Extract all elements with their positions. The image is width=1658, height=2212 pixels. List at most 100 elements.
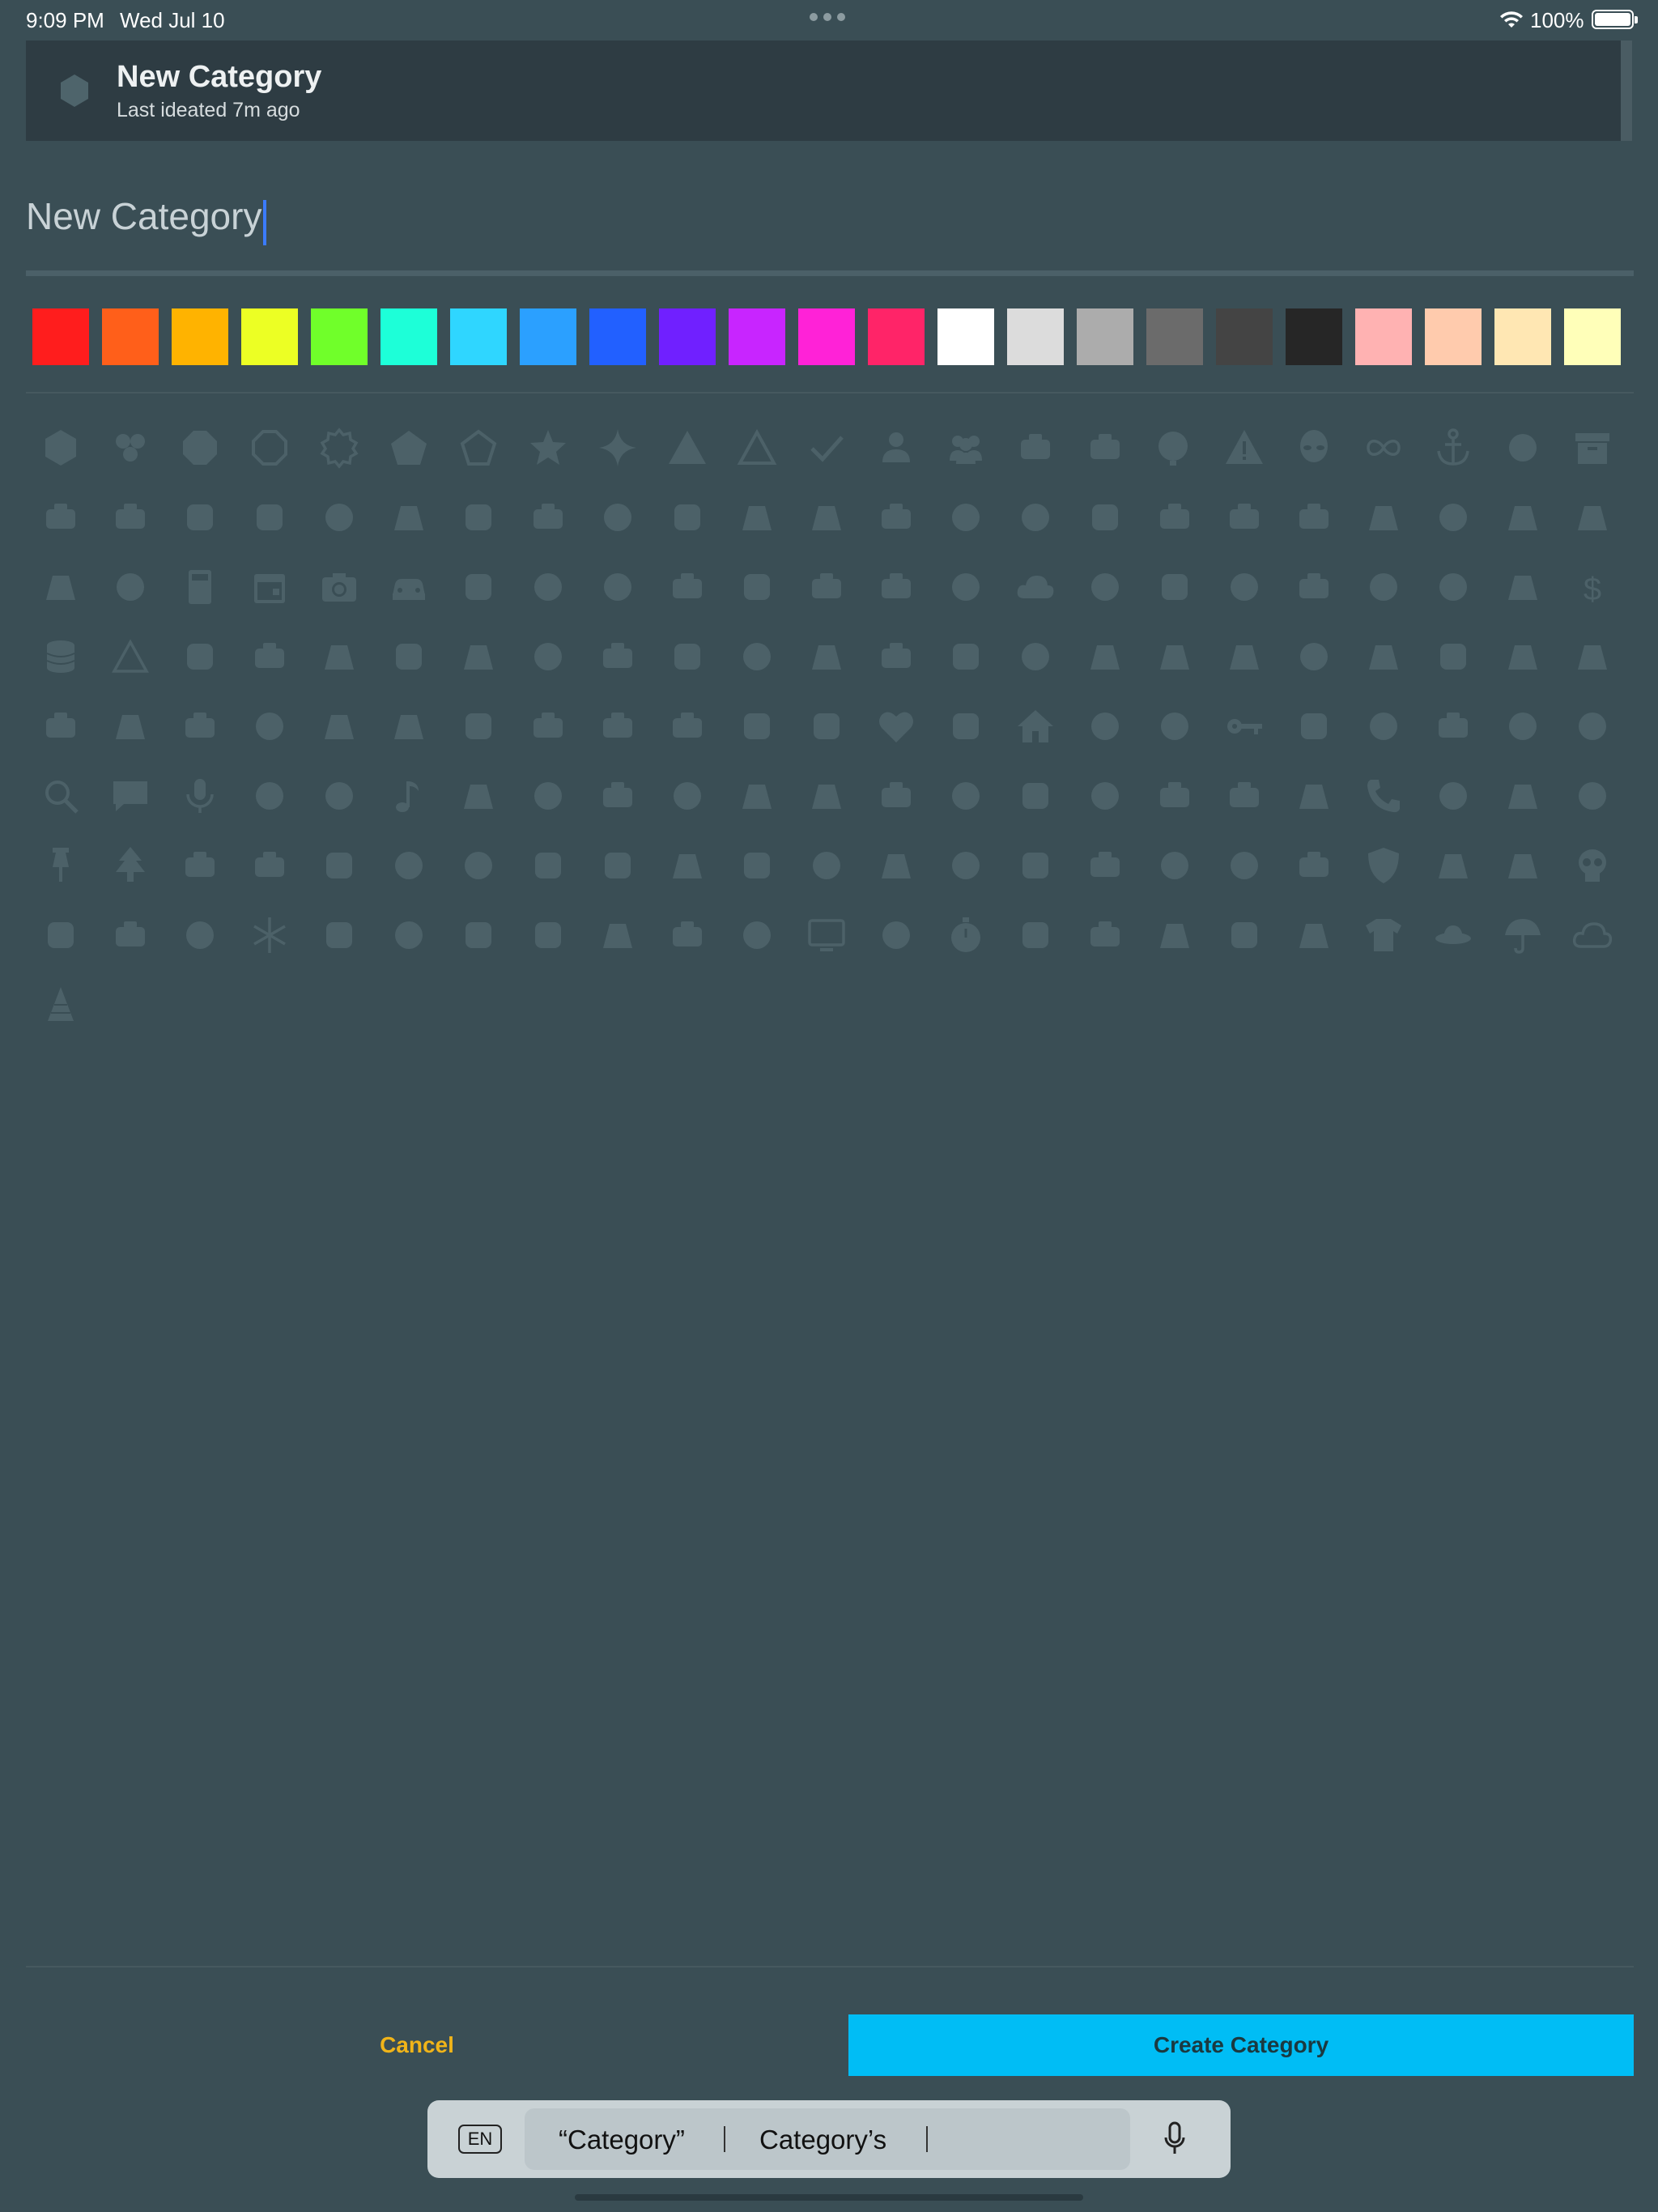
basketball-icon[interactable] <box>589 489 646 546</box>
lightning-icon[interactable] <box>1564 698 1621 755</box>
color-swatch[interactable] <box>241 308 298 365</box>
bug-icon[interactable] <box>1564 489 1621 546</box>
pen-fancy-icon[interactable] <box>1216 628 1273 685</box>
ice-cream-icon[interactable] <box>1077 698 1133 755</box>
gondola-icon[interactable] <box>380 698 437 755</box>
tow-truck-icon[interactable] <box>1286 907 1342 963</box>
coffee-icon[interactable] <box>1077 559 1133 615</box>
service-bell-icon[interactable] <box>1077 837 1133 894</box>
dolphin-icon[interactable] <box>450 628 507 685</box>
pirate-icon[interactable] <box>241 837 298 894</box>
easter-egg-icon[interactable] <box>659 628 716 685</box>
cow-icon[interactable] <box>1425 559 1482 615</box>
mustache-icon[interactable] <box>450 768 507 824</box>
bow-arrow-icon[interactable] <box>1216 489 1273 546</box>
garage-icon[interactable] <box>102 698 159 755</box>
octagon-icon[interactable] <box>172 419 228 476</box>
owl-icon[interactable] <box>798 768 855 824</box>
calendar-icon[interactable] <box>241 559 298 615</box>
triangle-outline-icon[interactable] <box>729 419 785 476</box>
pine-tree-icon[interactable] <box>102 837 159 894</box>
color-swatch[interactable] <box>868 308 925 365</box>
gear-icon[interactable] <box>1425 489 1482 546</box>
archive-icon[interactable] <box>1564 419 1621 476</box>
store-icon[interactable] <box>520 907 576 963</box>
shield-icon[interactable] <box>1355 837 1412 894</box>
color-swatch[interactable] <box>1564 308 1621 365</box>
badge-outline-icon[interactable] <box>311 419 368 476</box>
notebook-icon[interactable] <box>589 768 646 824</box>
anchor-icon[interactable] <box>1425 419 1482 476</box>
people-icon[interactable] <box>937 419 994 476</box>
magnify-person-icon[interactable] <box>868 907 925 963</box>
paperclip-h-icon[interactable] <box>241 489 298 546</box>
factory-icon[interactable] <box>1007 628 1064 685</box>
bicycle-icon[interactable] <box>868 489 925 546</box>
umbrella-icon[interactable] <box>1494 907 1551 963</box>
present-icon[interactable] <box>172 698 228 755</box>
hot-air-balloon-icon[interactable] <box>1007 419 1064 476</box>
hiker-icon[interactable] <box>937 698 994 755</box>
cat-icon[interactable] <box>729 559 785 615</box>
color-swatch[interactable] <box>1355 308 1412 365</box>
sunglasses-icon[interactable] <box>659 907 716 963</box>
alien-icon[interactable] <box>1286 419 1342 476</box>
cluster-icon[interactable] <box>102 419 159 476</box>
church-icon[interactable] <box>937 559 994 615</box>
smiley-icon[interactable] <box>868 628 925 685</box>
phone-mobile-icon[interactable] <box>798 559 855 615</box>
pickaxe-icon[interactable] <box>1494 768 1551 824</box>
color-swatch[interactable] <box>1216 308 1273 365</box>
eraser-icon[interactable] <box>1355 698 1412 755</box>
building-icon[interactable] <box>659 768 716 824</box>
home-indicator[interactable] <box>575 2194 1083 2201</box>
pencil-box-icon[interactable] <box>1216 768 1273 824</box>
piggy-bank-icon[interactable] <box>1564 768 1621 824</box>
headphones-icon[interactable] <box>798 698 855 755</box>
person-icon[interactable] <box>868 419 925 476</box>
baseball-icon[interactable] <box>520 489 576 546</box>
battery-icon[interactable] <box>659 489 716 546</box>
alarm-bell-icon[interactable] <box>1146 419 1203 476</box>
pentagon-icon[interactable] <box>380 419 437 476</box>
color-swatch[interactable] <box>1146 308 1203 365</box>
color-swatch[interactable] <box>1077 308 1133 365</box>
wrench-screwdriver-icon[interactable] <box>1007 907 1064 963</box>
snowflake-icon[interactable] <box>241 907 298 963</box>
cart-icon[interactable] <box>520 559 576 615</box>
fridge-icon[interactable] <box>1494 628 1551 685</box>
key-icon[interactable] <box>1216 698 1273 755</box>
hexagon-icon[interactable] <box>32 419 89 476</box>
brush-icon[interactable] <box>1494 489 1551 546</box>
pin-icon[interactable] <box>32 837 89 894</box>
tea-icon[interactable] <box>729 907 785 963</box>
terminal-icon[interactable] <box>1216 559 1273 615</box>
passport-icon[interactable] <box>1077 768 1133 824</box>
toilet-icon[interactable] <box>1077 907 1133 963</box>
ufo-icon[interactable] <box>1425 907 1482 963</box>
compass-icon[interactable] <box>1146 559 1203 615</box>
color-swatch[interactable] <box>102 308 159 365</box>
octagon-outline-icon[interactable] <box>241 419 298 476</box>
dollar-icon[interactable]: $ <box>1564 559 1621 615</box>
palette-icon[interactable] <box>868 768 925 824</box>
color-swatch[interactable] <box>1007 308 1064 365</box>
suggestion-1[interactable]: “Category” <box>559 2125 685 2155</box>
ruler-icon[interactable] <box>1146 837 1203 894</box>
dna-icon[interactable] <box>380 628 437 685</box>
sofa-icon[interactable] <box>380 907 437 963</box>
keyboard-language-button[interactable]: EN <box>458 2125 502 2154</box>
color-swatch[interactable] <box>450 308 507 365</box>
backpack-icon[interactable] <box>450 489 507 546</box>
tooth-icon[interactable] <box>1146 907 1203 963</box>
flower-icon[interactable] <box>1425 628 1482 685</box>
axe-icon[interactable] <box>311 489 368 546</box>
color-swatch[interactable] <box>32 308 89 365</box>
graduation-cap-icon[interactable] <box>1216 837 1273 894</box>
chart-icon[interactable] <box>1077 628 1133 685</box>
skull-icon[interactable] <box>1564 837 1621 894</box>
pencil-icon[interactable] <box>1286 768 1342 824</box>
cupcake-icon[interactable] <box>1494 559 1551 615</box>
roller-skate-icon[interactable] <box>1007 837 1064 894</box>
rocket-icon[interactable] <box>937 837 994 894</box>
